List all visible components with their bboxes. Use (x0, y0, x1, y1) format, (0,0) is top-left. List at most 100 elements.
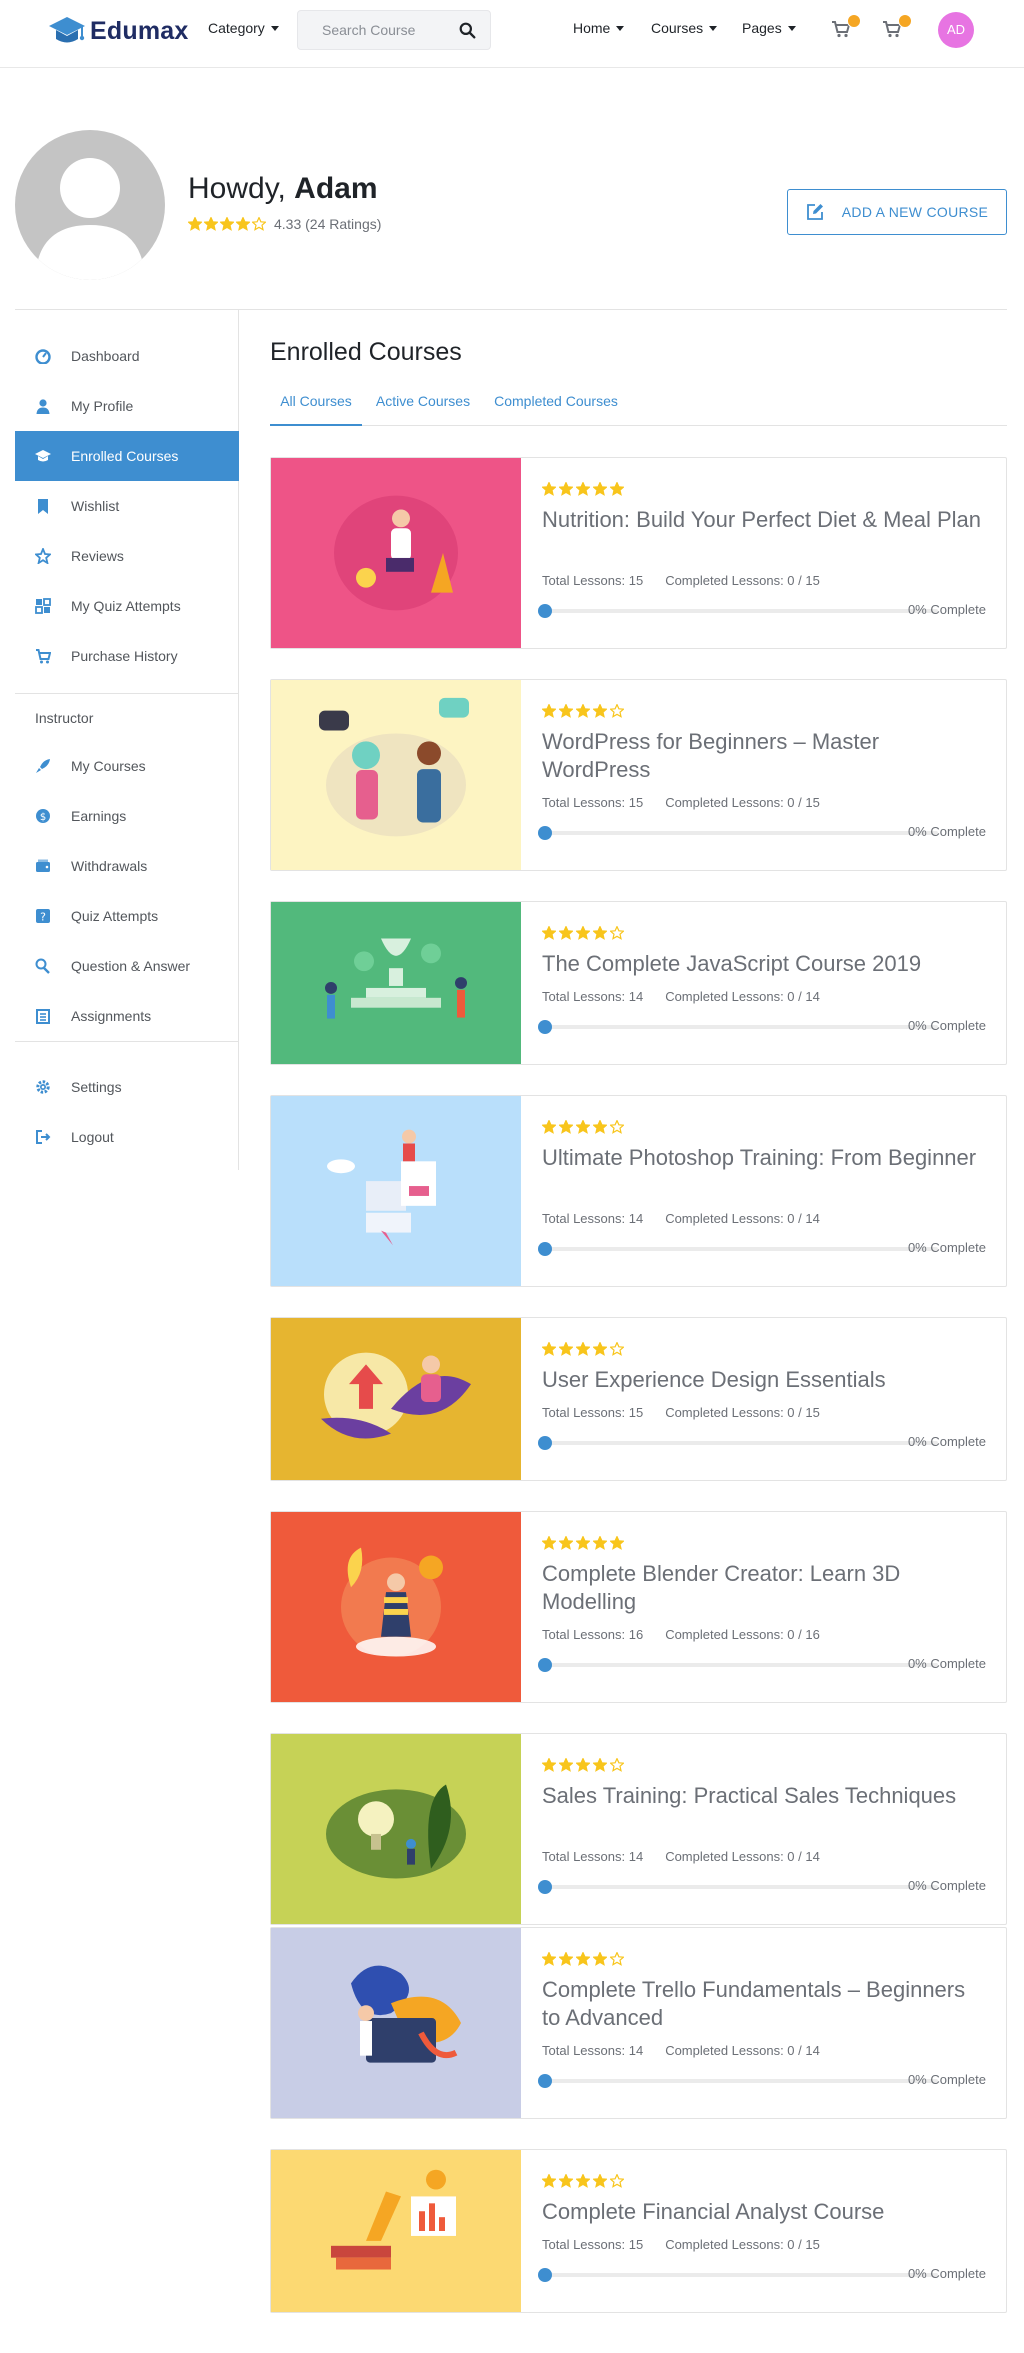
course-thumbnail[interactable] (271, 1928, 521, 2118)
course-card[interactable]: Complete Trello Fundamentals – Beginners… (270, 1927, 1007, 2119)
total-lessons: Total Lessons: 16 (542, 1627, 644, 1642)
course-thumbnail[interactable] (271, 458, 521, 648)
progress-indicator (538, 1020, 552, 1034)
sidebar-item-label: Question & Answer (71, 958, 191, 974)
course-title[interactable]: Nutrition: Build Your Perfect Diet & Mea… (542, 506, 982, 534)
course-title[interactable]: Complete Blender Creator: Learn 3D Model… (542, 1560, 982, 1616)
nav-home-label: Home (573, 20, 611, 36)
star-filled-icon (559, 704, 573, 718)
course-thumbnail[interactable] (271, 1734, 521, 1924)
star-empty-icon (610, 704, 624, 718)
nav-pages[interactable]: Pages (742, 20, 796, 36)
sidebar-item-withdrawals[interactable]: Withdrawals (15, 841, 239, 891)
profile-name: Adam (294, 172, 378, 205)
sidebar-item-earnings[interactable]: $ Earnings (15, 791, 239, 841)
course-thumbnail[interactable] (271, 1096, 521, 1286)
svg-text:$: $ (40, 812, 46, 823)
wallet-icon (36, 859, 50, 872)
course-title[interactable]: Complete Financial Analyst Course (542, 2198, 982, 2226)
course-thumbnail[interactable] (271, 902, 521, 1064)
tab-active-courses[interactable]: Active Courses (370, 386, 476, 426)
course-thumbnail[interactable] (271, 680, 521, 870)
course-lesson-meta: Total Lessons: 14 Completed Lessons: 0 / … (542, 1849, 820, 1864)
course-card[interactable]: Complete Financial Analyst Course Total L… (270, 2149, 1007, 2313)
progress-track (538, 826, 938, 840)
cart-button[interactable] (831, 14, 861, 40)
tab-all-courses[interactable]: All Courses (270, 386, 362, 426)
course-thumbnail[interactable] (271, 1512, 521, 1702)
sidebar-item-question-answer[interactable]: Question & Answer (15, 941, 239, 991)
completed-lessons: Completed Lessons: 0 / 14 (665, 1849, 820, 1864)
course-title[interactable]: Complete Trello Fundamentals – Beginners… (542, 1976, 982, 2032)
course-title[interactable]: Sales Training: Practical Sales Techniqu… (542, 1782, 982, 1810)
nav-home[interactable]: Home (573, 20, 625, 36)
sidebar-item-dashboard[interactable]: Dashboard (15, 331, 239, 381)
sidebar-item-my-profile[interactable]: My Profile (15, 381, 239, 431)
star-filled-icon (559, 1758, 573, 1772)
site-logo[interactable]: Edumax (48, 12, 188, 50)
course-thumbnail[interactable] (271, 2150, 521, 2312)
sidebar-item-purchase-history[interactable]: Purchase History (15, 631, 239, 681)
sidebar-item-my-quiz-attempts[interactable]: My Quiz Attempts (15, 581, 239, 631)
nav-courses[interactable]: Courses (651, 20, 718, 36)
search-input[interactable] (298, 11, 448, 49)
sidebar-item-assignments[interactable]: Assignments (15, 991, 239, 1041)
logout-icon (36, 1130, 51, 1144)
total-lessons: Total Lessons: 14 (542, 1211, 644, 1226)
course-card[interactable]: Complete Blender Creator: Learn 3D Model… (270, 1511, 1007, 1703)
greeting-text: Howdy, (188, 172, 295, 205)
completed-lessons: Completed Lessons: 0 / 15 (665, 795, 820, 810)
user-avatar[interactable]: AD (938, 12, 974, 48)
tab-completed-courses[interactable]: Completed Courses (488, 386, 624, 426)
completed-lessons: Completed Lessons: 0 / 14 (665, 989, 820, 1004)
course-rating-stars (542, 1952, 624, 1966)
course-illustration (271, 902, 521, 1064)
progress-indicator (538, 2074, 552, 2088)
course-illustration (271, 680, 521, 870)
course-thumbnail[interactable] (271, 1318, 521, 1480)
course-card[interactable]: User Experience Design Essentials Total L… (270, 1317, 1007, 1481)
sidebar-item-reviews[interactable]: Reviews (15, 531, 239, 581)
course-info: User Experience Design Essentials Total L… (538, 1318, 986, 1482)
course-card[interactable]: The Complete JavaScript Course 2019 Total… (270, 901, 1007, 1065)
puzzle-icon (35, 598, 51, 614)
course-title[interactable]: WordPress for Beginners – Master WordPre… (542, 728, 982, 784)
sidebar-item-enrolled-courses[interactable]: Enrolled Courses (15, 431, 239, 481)
user-icon (36, 399, 50, 414)
total-lessons: Total Lessons: 15 (542, 795, 644, 810)
sidebar-item-label: My Profile (71, 398, 134, 414)
progress-text: 0% Complete (907, 2266, 986, 2281)
course-rating-stars (542, 1536, 624, 1550)
course-lesson-meta: Total Lessons: 15 Completed Lessons: 0 / … (542, 795, 820, 810)
course-card[interactable]: Nutrition: Build Your Perfect Diet & Mea… (270, 457, 1007, 649)
star-filled-icon (593, 1758, 607, 1772)
course-card[interactable]: Sales Training: Practical Sales Techniqu… (270, 1733, 1007, 1925)
cart-button-2[interactable] (882, 14, 912, 40)
add-course-label: ADD A NEW COURSE (841, 204, 989, 220)
svg-text:?: ? (40, 911, 46, 924)
course-card[interactable]: WordPress for Beginners – Master WordPre… (270, 679, 1007, 871)
star-empty-icon (610, 1342, 624, 1356)
course-rating-stars (542, 1342, 624, 1356)
completed-lessons: Completed Lessons: 0 / 15 (665, 573, 820, 588)
course-illustration (271, 1096, 521, 1286)
sidebar-item-wishlist[interactable]: Wishlist (15, 481, 239, 531)
sidebar-item-quiz-attempts[interactable]: ? Quiz Attempts (15, 891, 239, 941)
bookmark-icon (38, 499, 48, 514)
course-card[interactable]: Ultimate Photoshop Training: From Beginn… (270, 1095, 1007, 1287)
course-title[interactable]: The Complete JavaScript Course 2019 (542, 950, 982, 978)
search-icon[interactable] (459, 22, 476, 39)
course-lesson-meta: Total Lessons: 16 Completed Lessons: 0 / … (542, 1627, 820, 1642)
category-dropdown[interactable]: Category (208, 20, 279, 36)
sidebar-item-my-courses[interactable]: My Courses (15, 741, 239, 791)
course-title[interactable]: Ultimate Photoshop Training: From Beginn… (542, 1144, 982, 1172)
star-empty-icon (610, 926, 624, 940)
star-filled-icon (559, 2174, 573, 2188)
total-lessons: Total Lessons: 15 (542, 573, 644, 588)
course-title[interactable]: User Experience Design Essentials (542, 1366, 982, 1394)
course-info: Complete Financial Analyst Course Total L… (538, 2150, 986, 2314)
add-course-button[interactable]: ADD A NEW COURSE (787, 189, 1007, 235)
edit-icon (806, 204, 823, 220)
sidebar-item-settings[interactable]: Settings (15, 1062, 239, 1112)
sidebar-item-logout[interactable]: Logout (15, 1112, 239, 1162)
